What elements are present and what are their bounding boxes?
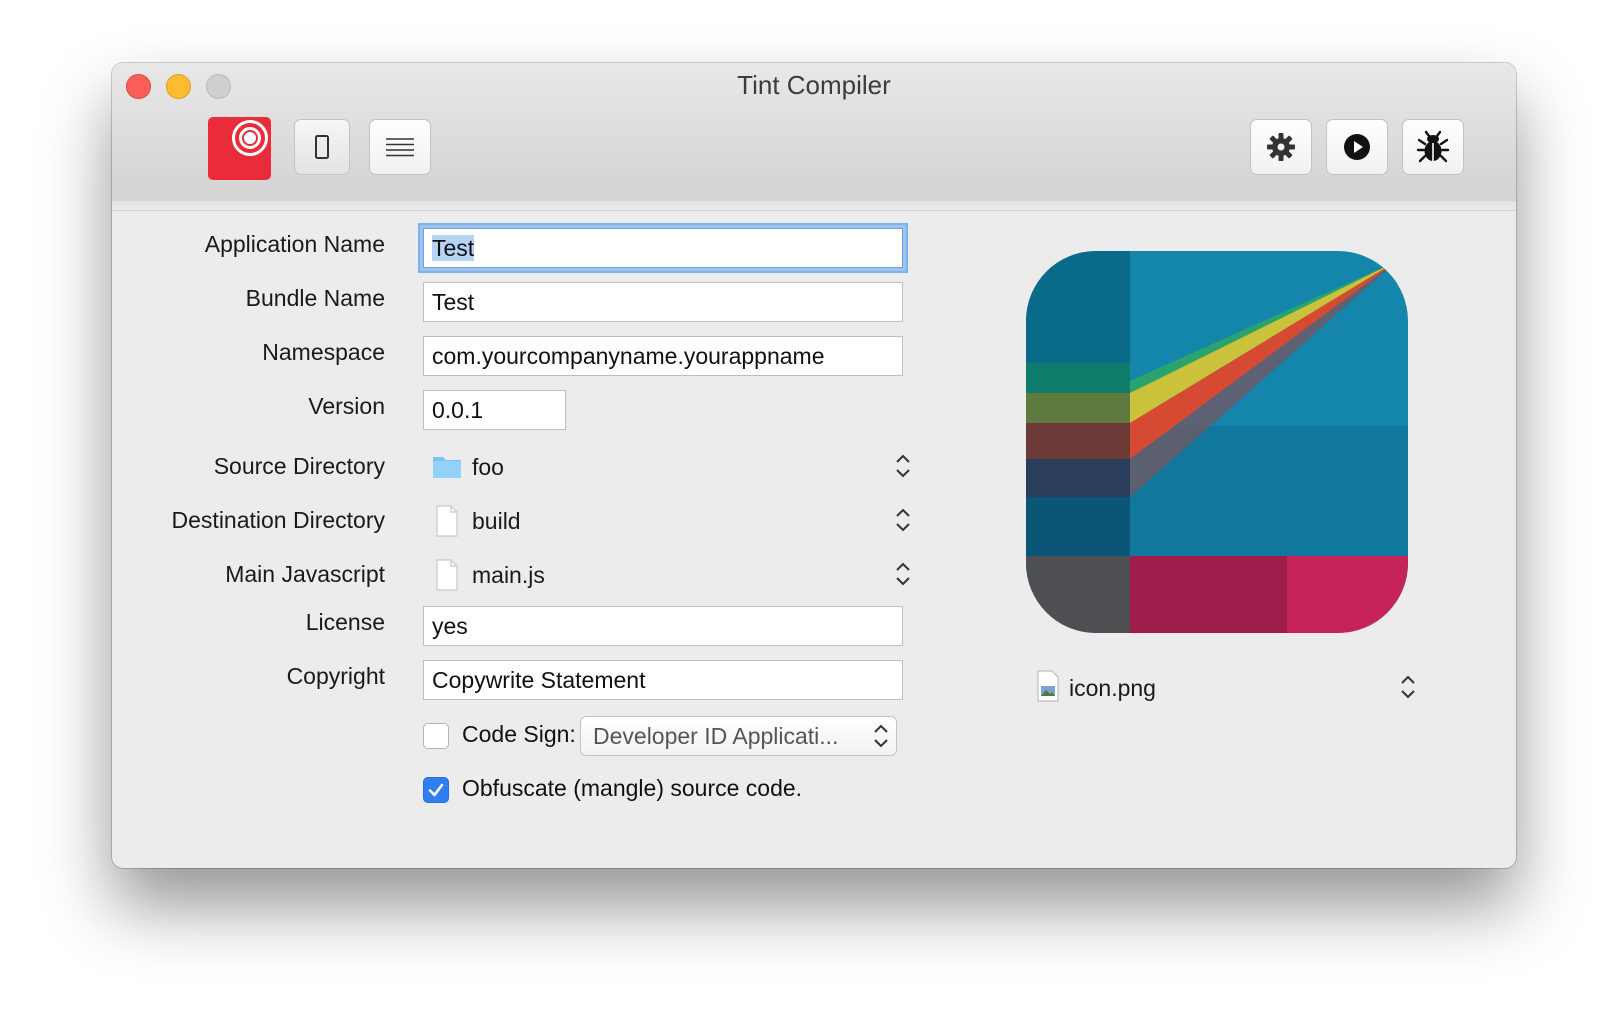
- app-icon-preview[interactable]: [1026, 251, 1408, 633]
- license-label: License: [305, 609, 385, 635]
- application-name-label: Application Name: [204, 231, 385, 257]
- document-icon: [436, 559, 458, 591]
- version-label: Version: [308, 393, 385, 419]
- play-icon: [1344, 134, 1370, 160]
- toolbar-divider: [112, 201, 1516, 211]
- source-directory-label: Source Directory: [213, 453, 385, 479]
- checkmark-icon: [428, 783, 444, 797]
- gear-icon: [1267, 133, 1295, 161]
- destination-directory-popup[interactable]: build: [432, 501, 912, 541]
- up-down-arrows-icon: [896, 562, 910, 586]
- tint-logo-icon[interactable]: [208, 117, 271, 180]
- namespace-field[interactable]: com.yourcompanyname.yourappname: [423, 336, 903, 376]
- settings-button[interactable]: [1250, 119, 1312, 175]
- app-window: Tint Compiler Application Name Bundle Na…: [112, 63, 1516, 868]
- version-field[interactable]: 0.0.1: [423, 390, 566, 430]
- run-button[interactable]: [1326, 119, 1388, 175]
- source-directory-value: foo: [472, 454, 504, 480]
- main-javascript-value: main.js: [472, 562, 545, 588]
- icon-file-value: icon.png: [1069, 675, 1156, 701]
- copyright-label: Copyright: [286, 663, 385, 689]
- destination-directory-label: Destination Directory: [171, 507, 385, 533]
- copyright-field[interactable]: Copywrite Statement: [423, 660, 903, 700]
- main-javascript-label: Main Javascript: [225, 561, 385, 587]
- up-down-arrows-icon: [874, 724, 888, 748]
- code-sign-identity-select[interactable]: Developer ID Applicati...: [580, 716, 897, 756]
- debug-button[interactable]: [1402, 119, 1464, 175]
- icon-file-popup[interactable]: icon.png: [1029, 668, 1429, 708]
- main-javascript-popup[interactable]: main.js: [432, 555, 912, 595]
- source-directory-popup[interactable]: foo: [432, 447, 912, 487]
- app-icon-image: [1026, 251, 1408, 633]
- bundle-name-label: Bundle Name: [245, 285, 385, 311]
- phone-icon: [315, 135, 329, 159]
- up-down-arrows-icon: [896, 508, 910, 532]
- image-file-icon: [1037, 670, 1059, 702]
- destination-directory-value: build: [472, 508, 521, 534]
- code-sign-identity-value: Developer ID Applicati...: [593, 723, 839, 749]
- code-sign-checkbox[interactable]: [423, 723, 449, 749]
- application-name-field[interactable]: Test: [423, 228, 903, 268]
- device-view-button[interactable]: [294, 119, 350, 175]
- application-name-value: Test: [432, 235, 475, 261]
- title-bar: Tint Compiler: [112, 63, 1516, 202]
- namespace-label: Namespace: [262, 339, 385, 365]
- document-icon: [436, 505, 458, 537]
- up-down-arrows-icon: [1401, 675, 1415, 699]
- code-sign-label: Code Sign:: [462, 721, 576, 747]
- window-title: Tint Compiler: [737, 70, 891, 100]
- license-field[interactable]: yes: [423, 606, 903, 646]
- bundle-name-field[interactable]: Test: [423, 282, 903, 322]
- list-icon: [386, 138, 414, 157]
- folder-icon: [433, 457, 461, 478]
- up-down-arrows-icon: [896, 454, 910, 478]
- list-view-button[interactable]: [369, 119, 431, 175]
- obfuscate-label: Obfuscate (mangle) source code.: [462, 775, 803, 801]
- obfuscate-checkbox[interactable]: [423, 777, 449, 803]
- bug-icon: [1416, 130, 1450, 163]
